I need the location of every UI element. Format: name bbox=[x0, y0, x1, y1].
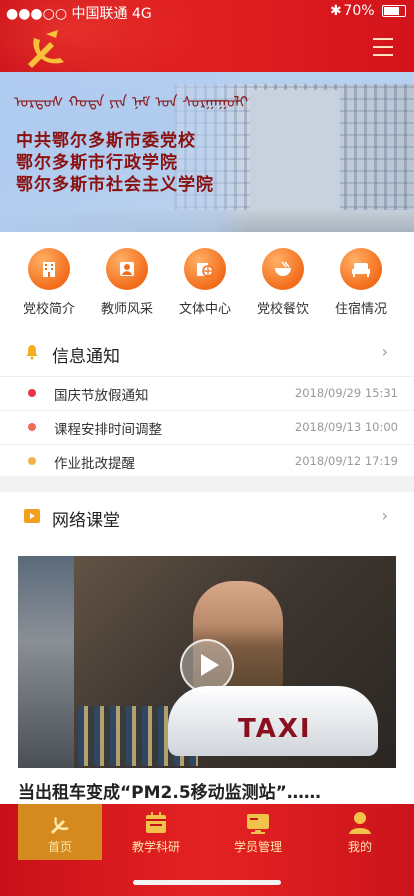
tab-label: 首页 bbox=[47, 840, 72, 854]
person-icon bbox=[347, 810, 373, 836]
notice-date: 2018/09/13 10:00 bbox=[294, 420, 398, 434]
taxi-sign: TAXI bbox=[168, 686, 378, 756]
notice-dot bbox=[28, 389, 36, 397]
party-emblem-icon bbox=[47, 810, 73, 836]
battery-icon bbox=[382, 5, 406, 17]
category-dining[interactable]: 党校餐饮 bbox=[242, 248, 324, 317]
category-label: 党校餐饮 bbox=[256, 302, 309, 317]
top-header: ●●●○○ 中国联通 4G ✱ 70% bbox=[0, 0, 414, 72]
category-label: 党校简介 bbox=[22, 302, 75, 317]
carrier-info: ●●●○○ 中国联通 4G bbox=[6, 6, 152, 22]
notices-title: 信息通知 bbox=[52, 347, 120, 367]
taxi-text: TAXI bbox=[238, 714, 312, 744]
notices-section: 信息通知 › 国庆节放假通知 2018/09/29 15:31 课程安排时间调整… bbox=[0, 328, 414, 476]
notice-title: 课程安排时间调整 bbox=[54, 422, 162, 438]
video-icon bbox=[24, 509, 40, 523]
category-sports[interactable]: 文体中心 bbox=[164, 248, 246, 317]
course-title: 网络课堂 bbox=[52, 511, 120, 531]
video-thumbnail[interactable]: TAXI bbox=[18, 556, 396, 768]
play-button[interactable] bbox=[180, 639, 234, 693]
notices-header[interactable]: 信息通知 › bbox=[0, 328, 414, 377]
notice-item[interactable]: 国庆节放假通知 2018/09/29 15:31 bbox=[0, 376, 414, 411]
chevron-right-icon: › bbox=[381, 506, 388, 525]
category-lodging[interactable]: 住宿情况 bbox=[320, 248, 402, 317]
tab-student-management[interactable]: 学员管理 bbox=[216, 804, 300, 860]
course-header[interactable]: 网络课堂 › bbox=[0, 492, 414, 540]
bed-icon bbox=[340, 248, 382, 290]
notice-dot bbox=[28, 457, 36, 465]
chevron-right-icon: › bbox=[381, 342, 388, 361]
category-label: 住宿情况 bbox=[334, 302, 387, 317]
building-icon bbox=[28, 248, 70, 290]
status-bar: ●●●○○ 中国联通 4G ✱ 70% bbox=[0, 0, 414, 24]
tab-me[interactable]: 我的 bbox=[318, 804, 402, 860]
banner-image[interactable]: ᠣᠷᠳᠣᠰ ᠬᠣᠲᠠ ᠶᠢᠨ ᠨᠠᠮ ᠤᠨ ᠰᠤᠷᠭᠠᠭᠤᠯᠢ 中共鄂尔多斯市委… bbox=[0, 72, 414, 232]
tab-label: 学员管理 bbox=[233, 840, 282, 854]
sports-icon bbox=[184, 248, 226, 290]
notice-item[interactable]: 作业批改提醒 2018/09/12 17:19 bbox=[0, 444, 414, 478]
banner-mongolian-text: ᠣᠷᠳᠣᠰ ᠬᠣᠲᠠ ᠶᠢᠨ ᠨᠠᠮ ᠤᠨ ᠰᠤᠷᠭᠠᠭᠤᠯᠢ bbox=[14, 93, 249, 111]
notice-title: 国庆节放假通知 bbox=[54, 388, 149, 404]
bell-icon bbox=[26, 345, 38, 360]
notice-dot bbox=[28, 423, 36, 431]
tab-label: 教学科研 bbox=[131, 840, 180, 854]
battery-percent: 70% bbox=[343, 3, 375, 19]
bluetooth-icon: ✱ bbox=[330, 3, 342, 19]
banner-line-3: 鄂尔多斯市社会主义学院 bbox=[16, 175, 214, 195]
battery-indicator: 70% bbox=[343, 3, 406, 19]
category-label: 教师风采 bbox=[100, 302, 153, 317]
menu-button[interactable] bbox=[370, 34, 396, 60]
notice-date: 2018/09/29 15:31 bbox=[294, 386, 398, 400]
category-intro[interactable]: 党校简介 bbox=[8, 248, 90, 317]
calendar-icon bbox=[143, 810, 169, 836]
category-grid: 党校简介 教师风采 文体中心 党校餐饮 住宿情况 bbox=[0, 232, 414, 328]
category-label: 文体中心 bbox=[178, 302, 231, 317]
notice-date: 2018/09/12 17:19 bbox=[294, 454, 398, 468]
video-side-images bbox=[18, 556, 74, 768]
party-emblem-logo bbox=[28, 30, 64, 68]
bottom-tab-bar: 首页 教学科研 学员管理 我的 bbox=[0, 804, 414, 896]
tab-teaching-research[interactable]: 教学科研 bbox=[114, 804, 198, 860]
notice-item[interactable]: 课程安排时间调整 2018/09/13 10:00 bbox=[0, 410, 414, 445]
online-course-section: 网络课堂 › TAXI 当出租车变成“PM2.5移动监测站”…… bbox=[0, 492, 414, 804]
home-indicator[interactable] bbox=[133, 880, 281, 885]
tab-label: 我的 bbox=[347, 840, 372, 854]
bowl-icon bbox=[262, 248, 304, 290]
category-teachers[interactable]: 教师风采 bbox=[86, 248, 168, 317]
notice-title: 作业批改提醒 bbox=[54, 456, 135, 472]
video-title[interactable]: 当出租车变成“PM2.5移动监测站”…… bbox=[18, 778, 321, 803]
teacher-icon bbox=[106, 248, 148, 290]
monitor-icon bbox=[245, 810, 271, 836]
tab-home[interactable]: 首页 bbox=[18, 804, 102, 860]
